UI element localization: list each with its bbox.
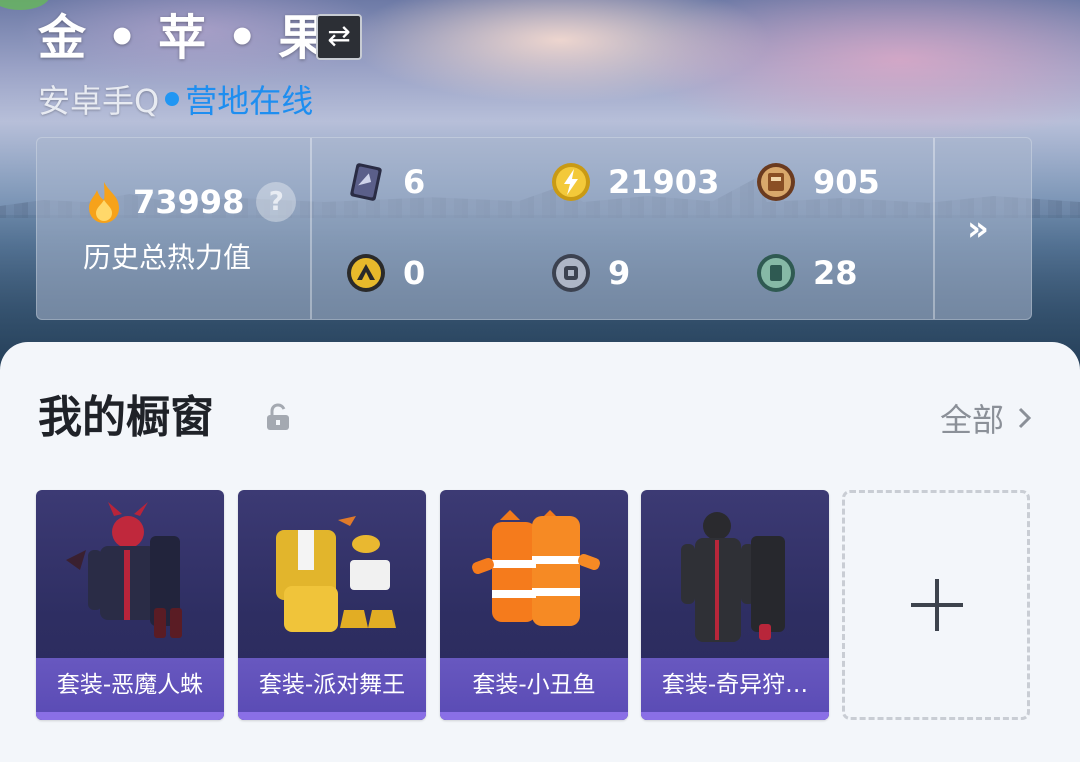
currency-green-token[interactable]: 28 [755, 250, 858, 296]
card-accent [36, 712, 224, 720]
outfit-clownfish-image [472, 510, 600, 626]
stats-panel: 73998 ? 历史总热力值 6 21903 905 0 9 28 » [36, 137, 1032, 320]
currency-value: 6 [403, 163, 426, 201]
card-label: 套装-恶魔人蛛 [36, 658, 224, 712]
unlock-icon[interactable] [264, 402, 292, 432]
currency-silver-token[interactable]: 9 [550, 250, 630, 296]
showcase-sheet: 我的橱窗 全部 套装-恶魔人蛛 套装-派对舞王 套装-小丑鱼 套装-奇异狩… [0, 342, 1080, 762]
plus-icon [911, 579, 963, 631]
currency-value: 28 [813, 254, 858, 292]
showcase-card[interactable]: 套装-派对舞王 [238, 490, 426, 720]
card-label: 套装-奇异狩… [641, 658, 829, 712]
showcase-card[interactable]: 套装-奇异狩… [641, 490, 829, 720]
currency-value: 9 [608, 254, 631, 292]
card-accent [440, 712, 628, 720]
heat-value: 73998 [133, 183, 245, 221]
heat-label: 历史总热力值 [83, 241, 252, 274]
double-chevron-right-icon: » [967, 209, 989, 249]
outfit-hunter-image [681, 512, 785, 642]
player-name: 金 • 苹 • 果 [38, 10, 329, 66]
switch-account-button[interactable]: ⇄ [316, 14, 362, 60]
silver-token-icon [552, 254, 590, 292]
currency-value: 905 [813, 163, 880, 201]
currency-crate-coin[interactable]: 905 [755, 159, 880, 205]
view-all-button[interactable]: 全部 [940, 396, 1032, 440]
more-currencies-button[interactable]: » [933, 138, 1031, 319]
view-all-label: 全部 [939, 401, 1004, 439]
currency-card-ticket[interactable]: 6 [345, 159, 425, 205]
green-token-icon [757, 254, 795, 292]
card-accent [238, 712, 426, 720]
chevron-right-icon [1018, 407, 1032, 429]
help-icon[interactable]: ? [256, 182, 297, 222]
currency-gold-coin[interactable]: 21903 [550, 159, 719, 205]
crate-coin-icon [757, 163, 795, 201]
card-label: 套装-小丑鱼 [440, 658, 628, 712]
heat-row: 73998 ? [85, 180, 297, 224]
showcase-card[interactable]: 套装-小丑鱼 [440, 490, 628, 720]
outfit-gold-party-image [276, 516, 396, 632]
heat-box[interactable]: 73998 ? 历史总热力值 [37, 138, 312, 319]
online-status: 营地在线 [185, 82, 314, 120]
gold-coin-icon [552, 163, 590, 201]
showcase-card[interactable]: 套装-恶魔人蛛 [36, 490, 224, 720]
add-showcase-item-button[interactable] [842, 490, 1030, 720]
card-label: 套装-派对舞王 [238, 658, 426, 712]
card-accent [641, 712, 829, 720]
flame-icon [89, 182, 119, 223]
currency-value: 21903 [608, 163, 720, 201]
status-line: 安卓手Q 营地在线 [38, 78, 313, 120]
card-ticket-icon [350, 163, 382, 201]
online-dot-icon [165, 92, 180, 106]
outfit-devil-image [66, 502, 182, 638]
currency-value: 0 [403, 254, 426, 292]
showcase-title: 我的橱窗 [38, 392, 214, 443]
currency-gold-token[interactable]: 0 [345, 250, 425, 296]
platform-label: 安卓手Q [38, 82, 160, 120]
gold-token-icon [347, 254, 385, 292]
